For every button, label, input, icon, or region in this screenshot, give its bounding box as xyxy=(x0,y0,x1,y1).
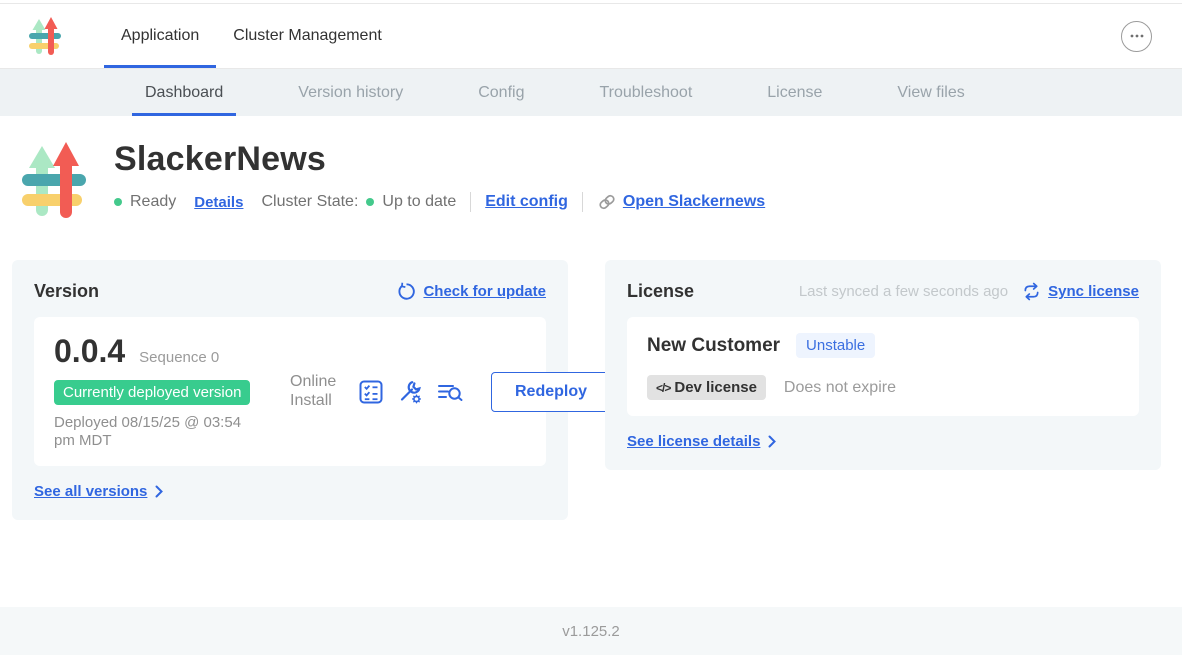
page-title: SlackerNews xyxy=(114,140,765,179)
see-all-versions-group[interactable]: See all versions xyxy=(34,483,546,500)
edit-config-link[interactable]: Edit config xyxy=(485,193,568,211)
app-footer: v1.125.2 xyxy=(0,607,1182,655)
customer-name: New Customer xyxy=(647,335,780,357)
see-all-versions-link[interactable]: See all versions xyxy=(34,483,147,500)
status-details-link[interactable]: Details xyxy=(194,194,243,211)
cluster-state-value: Up to date xyxy=(382,193,456,211)
application-header-text: SlackerNews Ready Details Cluster State:… xyxy=(114,138,765,222)
application-header: SlackerNews Ready Details Cluster State:… xyxy=(0,116,1182,222)
overflow-menu-button[interactable] xyxy=(1121,21,1152,52)
divider xyxy=(582,192,583,212)
see-license-details-group[interactable]: See license details xyxy=(627,433,1139,450)
dashboard-cards: Version Check for update 0.0.4 Sequence … xyxy=(12,260,1182,520)
current-version-panel: 0.0.4 Sequence 0 Currently deployed vers… xyxy=(34,317,546,466)
channel-badge: Unstable xyxy=(796,333,875,358)
tab-license[interactable]: License xyxy=(754,69,835,116)
license-card-header: License Last synced a few seconds ago Sy… xyxy=(627,281,1139,302)
brand-logo-small xyxy=(0,4,62,68)
tab-troubleshoot[interactable]: Troubleshoot xyxy=(586,69,705,116)
version-card: Version Check for update 0.0.4 Sequence … xyxy=(12,260,568,520)
cluster-state-dot xyxy=(366,198,374,206)
app-status-label: Ready xyxy=(130,193,176,211)
open-app-link-group[interactable]: Open Slackernews xyxy=(597,192,765,212)
license-type-badge: </> Dev license xyxy=(647,375,766,400)
app-sub-navigation: Dashboard Version history Config Trouble… xyxy=(0,69,1182,116)
deployed-timestamp: Deployed 08/15/25 @ 03:54 pm MDT xyxy=(54,414,264,450)
license-expiry-text: Does not expire xyxy=(784,379,896,397)
configure-version-button[interactable] xyxy=(397,379,423,405)
sync-arrows-icon xyxy=(1022,282,1041,301)
version-card-header: Version Check for update xyxy=(34,281,546,302)
deployed-status-badge: Currently deployed version xyxy=(54,380,250,405)
see-license-details-link[interactable]: See license details xyxy=(627,433,760,450)
tab-view-files[interactable]: View files xyxy=(884,69,977,116)
view-logs-button[interactable] xyxy=(436,379,464,405)
refresh-icon xyxy=(397,282,416,301)
top-tab-application[interactable]: Application xyxy=(104,4,216,68)
version-info: 0.0.4 Sequence 0 Currently deployed vers… xyxy=(54,333,282,450)
app-status-row: Ready Details Cluster State: Up to date … xyxy=(114,192,765,212)
version-actions: Online Install xyxy=(290,372,611,412)
chevron-right-icon xyxy=(768,435,776,448)
preflight-checks-icon xyxy=(358,379,384,405)
top-nav-tabs: Application Cluster Management xyxy=(104,4,399,68)
open-slackernews-link[interactable]: Open Slackernews xyxy=(623,193,765,211)
chevron-right-icon xyxy=(155,485,163,498)
link-chain-icon xyxy=(597,192,617,212)
version-number: 0.0.4 xyxy=(54,333,125,370)
code-icon: </> xyxy=(656,381,670,395)
license-card-title: License xyxy=(627,281,694,302)
tab-version-history[interactable]: Version history xyxy=(285,69,416,116)
app-status-dot xyxy=(114,198,122,206)
check-for-update-group[interactable]: Check for update xyxy=(397,282,546,301)
view-logs-icon xyxy=(436,379,464,405)
last-synced-text: Last synced a few seconds ago xyxy=(799,283,1008,300)
sync-license-link[interactable]: Sync license xyxy=(1048,283,1139,300)
console-version: v1.125.2 xyxy=(562,623,620,640)
divider xyxy=(470,192,471,212)
ellipsis-icon xyxy=(1129,28,1145,44)
install-type-label: Online Install xyxy=(290,373,342,410)
license-type-label: Dev license xyxy=(674,379,757,396)
main-content: SlackerNews Ready Details Cluster State:… xyxy=(0,116,1182,607)
top-tab-cluster-management[interactable]: Cluster Management xyxy=(216,4,399,68)
configure-icon xyxy=(397,379,423,405)
redeploy-button[interactable]: Redeploy xyxy=(491,372,611,412)
preflight-checks-button[interactable] xyxy=(358,379,384,405)
tab-config[interactable]: Config xyxy=(465,69,537,116)
tab-dashboard[interactable]: Dashboard xyxy=(132,69,236,116)
license-card: License Last synced a few seconds ago Sy… xyxy=(605,260,1161,470)
topbar-spacer xyxy=(399,4,1121,68)
cluster-state-label: Cluster State: xyxy=(261,193,358,211)
license-details-panel: New Customer Unstable </> Dev license Do… xyxy=(627,317,1139,416)
top-navigation-bar: Application Cluster Management xyxy=(0,4,1182,69)
version-sequence: Sequence 0 xyxy=(139,349,219,366)
version-card-title: Version xyxy=(34,281,99,302)
slackernews-logo-icon xyxy=(28,15,62,57)
check-for-update-link[interactable]: Check for update xyxy=(423,283,546,300)
sync-license-group[interactable]: Sync license xyxy=(1022,282,1139,301)
slackernews-app-icon xyxy=(20,138,88,222)
